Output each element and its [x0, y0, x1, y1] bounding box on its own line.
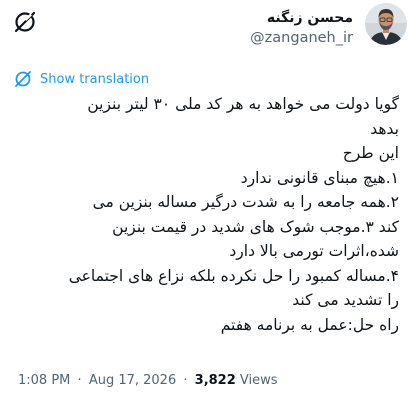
- show-translation-link[interactable]: Show translation: [14, 70, 149, 88]
- tweet-line: این طرح: [342, 144, 399, 162]
- tweet-line: راه حل:عمل به برنامه هفتم: [220, 315, 399, 334]
- grok-icon[interactable]: [12, 9, 38, 35]
- views-count: 3,822: [194, 373, 236, 388]
- tweet-line: شده،اثرات تورمی بالا دارد: [229, 242, 399, 260]
- globe-icon: [14, 70, 32, 88]
- tweet-line: گویا دولت می خواهد به هر کد ملی ۳۰ لیتر …: [87, 95, 399, 113]
- tweet-text: گویا دولت می خواهد به هر کد ملی ۳۰ لیتر …: [13, 92, 399, 337]
- user-info: محسن زنگنه @zanganeh_ir: [250, 8, 353, 48]
- tweet-card: محسن زنگنه @zanganeh_ir Show translation…: [0, 0, 411, 403]
- author-handle[interactable]: @zanganeh_ir: [250, 28, 353, 48]
- author-display-name[interactable]: محسن زنگنه: [250, 8, 353, 28]
- tweet-line: ۱.هیچ مبنای قانونی ندارد: [240, 168, 399, 187]
- avatar[interactable]: [365, 3, 407, 45]
- tweet-line: کند ۳.موجب شوک های شدید در قیمت بنزین: [112, 217, 399, 236]
- tweet-line: بدهد: [370, 119, 399, 138]
- tweet-line: را تشدید می کند: [292, 291, 399, 309]
- tweet-header: محسن زنگنه @zanganeh_ir: [0, 0, 411, 62]
- meta-separator: ·: [183, 373, 188, 388]
- tweet-line: ۴.مساله کمبود را حل نکرده بلکه نزاع های …: [68, 266, 399, 285]
- tweet-time[interactable]: 1:08 PM: [18, 373, 70, 388]
- tweet-meta: 1:08 PM · Aug 17, 2026 · 3,822 Views: [18, 373, 278, 388]
- show-translation-label[interactable]: Show translation: [40, 72, 149, 87]
- tweet-date[interactable]: Aug 17, 2026: [89, 373, 176, 388]
- views-label: Views: [239, 373, 278, 388]
- meta-separator: ·: [77, 373, 82, 388]
- tweet-line: ۲.همه جامعه را به شدت درگیر مساله بنزین …: [92, 193, 399, 211]
